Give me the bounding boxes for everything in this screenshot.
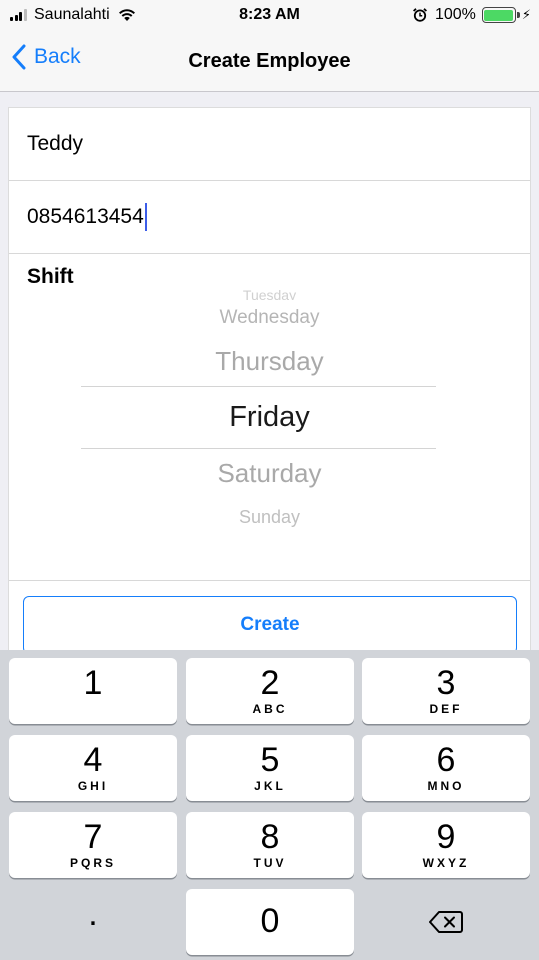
battery-level [484, 9, 514, 21]
key-letters: TUV [253, 856, 287, 870]
key-0[interactable]: 0 [186, 889, 354, 955]
page-title: Create Employee [188, 50, 351, 72]
key-letters: MNO [427, 779, 465, 793]
key-letters: DEF [429, 702, 463, 716]
key-2[interactable]: 2 ABC [186, 658, 354, 724]
shift-picker[interactable]: Tuesday Wednesday Thursday Friday Saturd… [9, 288, 530, 573]
key-letters: ABC [252, 702, 288, 716]
key-1[interactable]: 1 [9, 658, 177, 724]
key-digit: 6 [436, 741, 456, 779]
status-right: 100% ⚡ [412, 6, 531, 24]
backspace-icon [429, 911, 463, 933]
numeric-keypad: 1 2 ABC 3 DEF 4 GHI 5 JKL 6 MNO 7 PQRS 8… [0, 650, 539, 960]
status-bar: Saunalahti 8:23 AM 100% ⚡ [0, 0, 539, 30]
picker-option-saturday[interactable]: Saturday [9, 458, 530, 489]
picker-option-friday-selected[interactable]: Friday [9, 401, 530, 434]
picker-option-thursday[interactable]: Thursday [9, 346, 530, 377]
key-digit: 7 [83, 818, 103, 856]
key-digit: 1 [83, 664, 103, 702]
key-digit: 8 [260, 818, 280, 856]
key-9[interactable]: 9 WXYZ [362, 812, 530, 878]
key-digit: 2 [260, 664, 280, 702]
navigation-bar: Back Create Employee [0, 30, 539, 92]
phone-field[interactable]: 0854613454 [9, 181, 530, 254]
create-button[interactable]: Create [23, 596, 517, 654]
form-divider [9, 580, 530, 581]
text-cursor [144, 203, 148, 231]
phone-value: 0854613454 [27, 205, 144, 228]
name-field[interactable]: Teddy [9, 108, 530, 181]
picker-option-tuesday[interactable]: Tuesday [9, 290, 530, 300]
battery-icon [481, 7, 520, 23]
charging-icon: ⚡ [521, 7, 531, 22]
key-digit: 5 [260, 741, 280, 779]
employee-form: Teddy 0854613454 Shift Tuesday Wednesday… [8, 107, 531, 667]
key-5[interactable]: 5 JKL [186, 735, 354, 801]
key-7[interactable]: 7 PQRS [9, 812, 177, 878]
picker-selection-line-bottom [81, 448, 436, 449]
key-4[interactable]: 4 GHI [9, 735, 177, 801]
key-digit: 4 [83, 741, 103, 779]
battery-percent: 100% [434, 6, 476, 23]
picker-selection-line-top [81, 386, 436, 387]
picker-option-sunday[interactable]: Sunday [9, 507, 530, 528]
alarm-icon [412, 8, 427, 22]
key-digit: 3 [436, 664, 456, 702]
key-digit: 0 [260, 902, 280, 940]
name-value: Teddy [27, 132, 84, 155]
key-digit: 9 [436, 818, 456, 856]
delete-key[interactable] [362, 889, 530, 955]
key-8[interactable]: 8 TUV [186, 812, 354, 878]
key-3[interactable]: 3 DEF [362, 658, 530, 724]
key-letters: JKL [254, 779, 286, 793]
shift-label: Shift [27, 265, 74, 288]
key-letters: WXYZ [422, 856, 470, 870]
key-dot[interactable]: . [9, 884, 177, 950]
key-6[interactable]: 6 MNO [362, 735, 530, 801]
key-letters: GHI [77, 779, 109, 793]
picker-option-wednesday[interactable]: Wednesday [9, 307, 530, 329]
key-letters: PQRS [69, 856, 116, 870]
